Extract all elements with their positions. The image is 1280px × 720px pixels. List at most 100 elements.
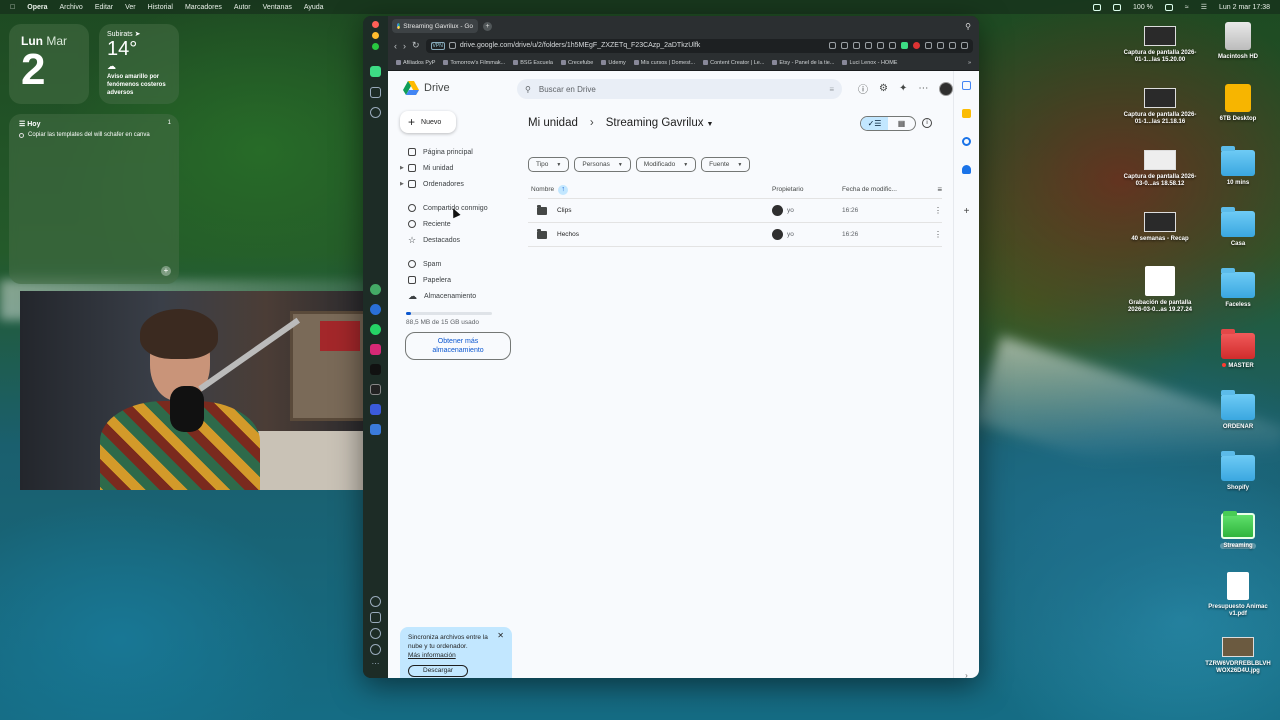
apps-grid-icon[interactable]: ⋯ (918, 83, 928, 94)
new-tab-icon[interactable]: + (483, 21, 492, 31)
vpn-badge[interactable]: VPN (430, 41, 445, 50)
menu-marcadores[interactable]: Marcadores (185, 4, 222, 11)
bookmark-item[interactable]: Udemy (601, 60, 626, 66)
minimize-window-icon[interactable] (372, 32, 379, 39)
account-avatar[interactable] (939, 81, 954, 96)
contacts-app-icon[interactable] (962, 165, 971, 174)
desktop-icon-folder[interactable]: Casa (1200, 207, 1276, 248)
header-modified[interactable]: Fecha de modific... (842, 186, 922, 193)
settings-gear-icon[interactable]: ⚙ (879, 83, 888, 94)
bookmark-item[interactable]: Crecefube (560, 60, 593, 66)
keep-app-icon[interactable] (962, 109, 971, 118)
url-text[interactable]: drive.google.com/drive/u/2/folders/1h5ME… (460, 42, 700, 49)
extensions-icon[interactable] (370, 107, 381, 118)
menubar-clock[interactable]: Lun 2 mar 17:38 (1219, 4, 1270, 11)
whatsapp-icon[interactable] (370, 324, 381, 335)
heart-icon[interactable] (370, 596, 381, 607)
expand-panel-icon[interactable]: › (962, 671, 971, 678)
menu-editar[interactable]: Editar (95, 4, 113, 11)
desktop-icon-screenshot[interactable]: Captura de pantalla 2026-01-1...las 15.2… (1122, 26, 1198, 64)
desktop-icon-macintosh-hd[interactable]: Macintosh HD (1200, 22, 1276, 61)
sidebar-item-my-drive[interactable]: ▶ Mi unidad (398, 160, 512, 176)
sidebar-item-starred[interactable]: ☆ Destacados (398, 232, 512, 248)
battery-icon[interactable] (1164, 3, 1173, 11)
bookmark-item[interactable]: Tomorrow's Filmmak... (443, 60, 505, 66)
close-window-icon[interactable] (372, 21, 379, 28)
grid-view-button[interactable]: ▦ (888, 117, 915, 130)
sidebar-item-home[interactable]: Página principal (398, 144, 512, 160)
list-view-button[interactable]: ✓☰ (861, 117, 888, 130)
expand-caret-icon[interactable]: ▶ (400, 165, 404, 171)
status-icon[interactable] (1113, 3, 1122, 11)
extension-blue-icon[interactable] (937, 42, 944, 49)
desktop-icon-folder[interactable]: Shopify (1200, 451, 1276, 492)
desktop-icon-recording[interactable]: Grabación de pantalla 2026-03-0...as 19.… (1122, 266, 1198, 314)
bookmark-item[interactable]: Luci Lenox - HOME (842, 60, 897, 66)
breadcrumb-current[interactable]: Streaming Gavrilux ▼ (606, 117, 714, 129)
desktop-icon-pdf[interactable]: Presupuesto Animac v1.pdf (1200, 572, 1276, 618)
search-options-icon[interactable]: ≡ (829, 85, 834, 94)
header-owner[interactable]: Propietario (772, 186, 842, 193)
bookmark-item[interactable]: Afiliados PyP (396, 60, 435, 66)
list-icon[interactable] (889, 42, 896, 49)
calendar-widget[interactable]: Lun Mar 2 (9, 24, 89, 104)
reload-icon[interactable]: ↻ (412, 40, 420, 51)
bookmark-heart-icon[interactable] (865, 42, 872, 49)
calendar-app-icon[interactable] (962, 81, 971, 90)
search-icon[interactable]: ⚲ (525, 85, 531, 94)
close-icon[interactable]: ✕ (497, 631, 504, 640)
table-row[interactable]: Hechos yo 16:26 ⋮ (528, 223, 942, 247)
get-more-storage-button[interactable]: Obtener más almacenamiento (405, 332, 511, 360)
extension-red-icon[interactable] (913, 42, 920, 49)
instagram-icon[interactable] (370, 344, 381, 355)
sidebar-item-recent[interactable]: Reciente (398, 216, 512, 232)
new-button[interactable]: + Nuevo (400, 111, 456, 133)
back-icon[interactable]: ‹ (394, 41, 397, 51)
menu-autor[interactable]: Autor (234, 4, 251, 11)
tasks-app-icon[interactable] (962, 137, 971, 146)
filter-modified[interactable]: Modificado ▼ (635, 157, 697, 172)
desktop-icon-folder[interactable]: Faceless (1200, 268, 1276, 309)
drive-search-input[interactable]: ⚲ Buscar en Drive ≡ (517, 79, 842, 99)
menu-ayuda[interactable]: Ayuda (304, 4, 324, 11)
tiktok-icon[interactable] (370, 364, 381, 375)
desktop-icon-folder[interactable]: ORDENAR (1200, 390, 1276, 431)
header-name[interactable]: Nombre ↑ (528, 184, 772, 195)
wifi-icon[interactable]: ≈ (1185, 4, 1189, 11)
weather-widget[interactable]: Subirats ➤ 14° ☁ Aviso amarillo por fenó… (99, 24, 179, 104)
menu-historial[interactable]: Historial (148, 4, 173, 11)
menu-ver[interactable]: Ver (125, 4, 136, 11)
desktop-icon-6tb[interactable]: 6TB Desktop (1200, 84, 1276, 123)
breadcrumb-root[interactable]: Mi unidad (528, 117, 578, 129)
table-row[interactable]: Clips yo 16:26 ⋮ (528, 199, 942, 223)
history-icon[interactable] (370, 628, 381, 639)
more-icon[interactable]: ⋯ (370, 660, 381, 671)
menu-ventanas[interactable]: Ventanas (263, 4, 292, 11)
download-button[interactable]: Descargar (408, 665, 468, 677)
bookmark-item[interactable]: Etsy - Panel de la tie... (772, 60, 834, 66)
bookmarks-overflow-icon[interactable]: » (968, 60, 971, 66)
expand-caret-icon[interactable]: ▶ (400, 181, 404, 187)
music-player-icon[interactable] (370, 424, 381, 435)
more-actions-icon[interactable]: ⋮ (922, 206, 942, 215)
desktop-icon-image[interactable]: TZRW6VDRREBLBLVH WOX26D4U.jpg (1200, 637, 1276, 675)
add-app-icon[interactable]: + (962, 207, 971, 217)
download-icon[interactable] (877, 42, 884, 49)
sidebar-panel-icon[interactable] (370, 87, 381, 98)
filter-people[interactable]: Personas ▼ (574, 157, 631, 172)
url-field[interactable]: VPN drive.google.com/drive/u/2/folders/1… (425, 38, 973, 53)
desktop-icon-screenshot[interactable]: Captura de pantalla 2026-03-0...as 18.58… (1122, 150, 1198, 188)
battery-percent[interactable]: 100 % (1133, 4, 1153, 11)
pin-icon[interactable] (949, 42, 956, 49)
add-reminder-icon[interactable]: + (161, 266, 171, 276)
settings-icon[interactable] (370, 644, 381, 655)
menu-app[interactable]: Opera (27, 4, 47, 11)
play-icon[interactable] (853, 42, 860, 49)
share-icon[interactable] (829, 42, 836, 49)
reminder-item[interactable]: Copiar las templates del will schafer en… (19, 132, 169, 138)
reminders-widget[interactable]: ☰ Hoy 1 Copiar las templates del will sc… (9, 114, 179, 284)
gemini-sparkle-icon[interactable]: ✦ (899, 83, 907, 94)
snapshot-icon[interactable] (841, 42, 848, 49)
x-icon[interactable] (370, 384, 381, 395)
drive-logo[interactable]: Drive (403, 81, 450, 95)
